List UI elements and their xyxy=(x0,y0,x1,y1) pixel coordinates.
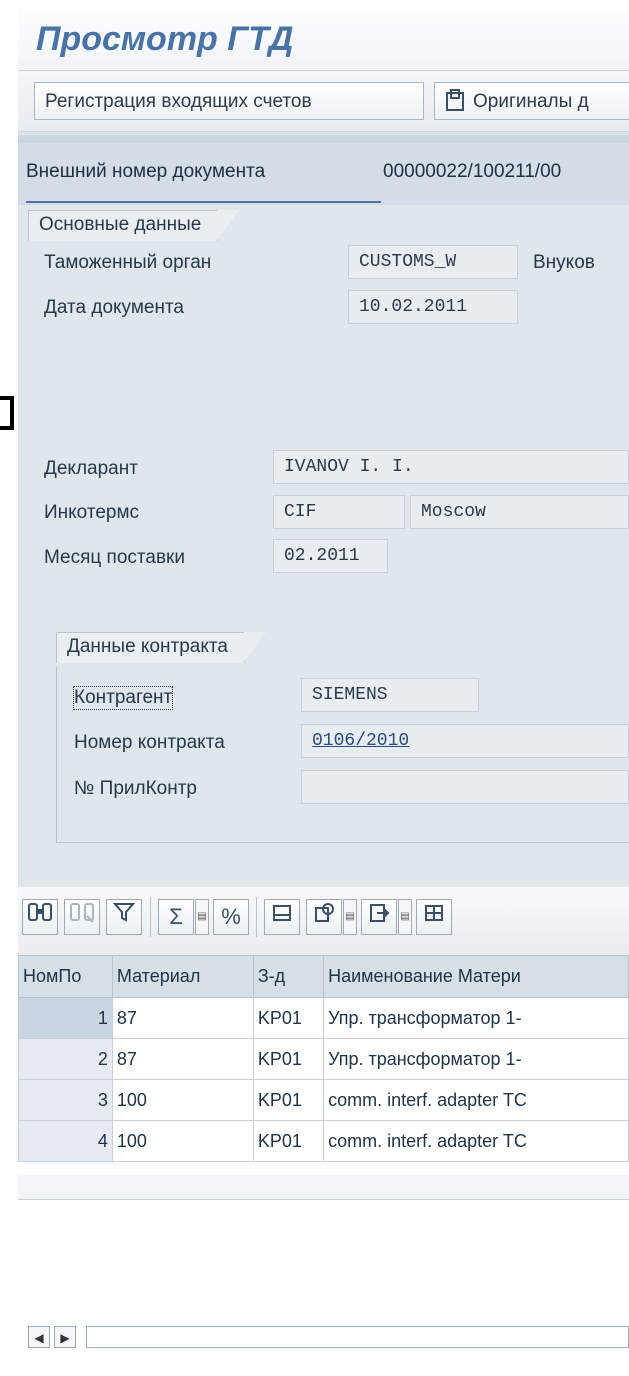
row-plant-cell[interactable]: KP01 xyxy=(252,997,325,1039)
items-grid: Σ ▤ % ▤ ▤ НомПо Материал З-д Наименовани… xyxy=(18,887,629,1376)
layout-icon[interactable] xyxy=(416,899,452,935)
header-underline xyxy=(26,201,381,203)
sap-window: Просмотр ГТД Регистрация входящих счетов… xyxy=(18,0,629,1376)
toolbar-divider xyxy=(150,897,151,937)
external-doc-number-label: Внешний номер документа xyxy=(26,161,266,182)
delivery-month-label: Месяц поставки xyxy=(44,547,185,568)
subtotal-icon[interactable]: % xyxy=(213,899,249,935)
grid-toolbar: Σ ▤ % ▤ ▤ xyxy=(18,887,629,956)
horizontal-scrollbar[interactable]: ◀ ▶ xyxy=(28,1326,629,1350)
local-file-icon[interactable] xyxy=(361,899,397,935)
row-pos-cell[interactable]: 3 xyxy=(18,1079,113,1121)
document-stamp-icon xyxy=(445,87,465,111)
empty-row-area xyxy=(18,1175,629,1200)
table-row[interactable]: 4 100 KP01 comm. interf. adapter TC xyxy=(18,1120,629,1162)
counterparty-label[interactable]: Контрагент xyxy=(72,686,174,710)
counterparty-field[interactable]: SIEMENS xyxy=(301,678,479,712)
column-header-pos[interactable]: НомПо xyxy=(18,955,113,998)
main-area: Основные данные Таможенный орган CUSTOMS… xyxy=(18,205,629,887)
export-dropdown-icon[interactable]: ▤ xyxy=(343,899,357,935)
declarant-field[interactable]: IVANOV I. I. xyxy=(273,450,629,484)
row-name-cell[interactable]: comm. interf. adapter TC xyxy=(323,1079,629,1121)
scroll-left-icon[interactable]: ◀ xyxy=(28,1326,50,1348)
row-material-cell[interactable]: 100 xyxy=(111,1120,254,1162)
row-plant-cell[interactable]: KP01 xyxy=(252,1079,325,1121)
external-doc-number-row: Внешний номер документа 00000022/100211/… xyxy=(18,143,629,205)
separator-bar xyxy=(18,135,629,143)
customs-label: Таможенный орган xyxy=(44,252,212,273)
column-header-plant[interactable]: З-д xyxy=(252,955,325,998)
items-table: НомПо Материал З-д Наименование Матери 1… xyxy=(18,955,629,1162)
incoming-invoices-button[interactable]: Регистрация входящих счетов xyxy=(34,82,424,120)
contract-number-field[interactable]: 0106/2010 xyxy=(301,724,629,758)
toolbar-divider xyxy=(256,897,257,937)
declarant-label: Декларант xyxy=(44,458,138,479)
application-toolbar: Регистрация входящих счетов Оригиналы д xyxy=(18,71,629,132)
row-pos-cell[interactable]: 2 xyxy=(18,1038,113,1080)
appendix-field[interactable] xyxy=(301,770,629,804)
incoterms-place-field[interactable]: Moscow xyxy=(410,495,629,529)
sum-icon[interactable]: Σ xyxy=(158,899,194,935)
basic-data-group-title: Основные данные xyxy=(28,210,240,241)
filter-icon[interactable] xyxy=(106,899,142,935)
column-header-material-name[interactable]: Наименование Матери xyxy=(323,955,629,998)
row-plant-cell[interactable]: KP01 xyxy=(252,1038,325,1080)
doc-date-label: Дата документа xyxy=(44,297,184,318)
scroll-right-icon[interactable]: ▶ xyxy=(54,1326,76,1348)
find-next-icon[interactable] xyxy=(64,899,100,935)
row-plant-cell[interactable]: KP01 xyxy=(252,1120,325,1162)
page-title: Просмотр ГТД xyxy=(36,20,294,58)
row-name-cell[interactable]: Упр. трансформатор 1- xyxy=(323,997,629,1039)
print-icon[interactable] xyxy=(264,899,300,935)
contract-number-label: Номер контракта xyxy=(74,732,225,753)
originals-button[interactable]: Оригиналы д xyxy=(434,82,629,120)
title-bar: Просмотр ГТД xyxy=(18,0,629,71)
row-name-cell[interactable]: comm. interf. adapter TC xyxy=(323,1120,629,1162)
incoterms-label: Инкотермс xyxy=(44,502,140,523)
find-icon[interactable] xyxy=(22,899,58,935)
row-name-cell[interactable]: Упр. трансформатор 1- xyxy=(323,1038,629,1080)
customs-field[interactable]: CUSTOMS_W xyxy=(348,245,518,279)
row-pos-cell[interactable]: 4 xyxy=(18,1120,113,1162)
external-doc-number-value: 00000022/100211/00 xyxy=(383,161,562,182)
incoming-invoices-button-label: Регистрация входящих счетов xyxy=(45,91,312,112)
export-icon[interactable] xyxy=(306,899,342,935)
originals-button-label: Оригиналы д xyxy=(473,91,589,112)
contract-data-group-title: Данные контракта xyxy=(56,632,266,663)
table-row[interactable]: 1 87 KP01 Упр. трансформатор 1- xyxy=(18,997,629,1039)
table-row[interactable]: 3 100 KP01 comm. interf. adapter TC xyxy=(18,1079,629,1121)
doc-date-field[interactable]: 10.02.2011 xyxy=(348,290,518,324)
scrollbar-track[interactable] xyxy=(86,1326,629,1348)
row-material-cell[interactable]: 100 xyxy=(111,1079,254,1121)
local-file-dropdown-icon[interactable]: ▤ xyxy=(398,899,412,935)
table-row[interactable]: 2 87 KP01 Упр. трансформатор 1- xyxy=(18,1038,629,1080)
column-header-material[interactable]: Материал xyxy=(111,955,254,998)
appendix-label: № ПрилКонтр xyxy=(74,778,197,799)
row-material-cell[interactable]: 87 xyxy=(111,1038,254,1080)
row-material-cell[interactable]: 87 xyxy=(111,997,254,1039)
left-edge-marker xyxy=(0,396,14,430)
delivery-month-field[interactable]: 02.2011 xyxy=(273,539,388,573)
incoterms-code-field[interactable]: CIF xyxy=(273,495,405,529)
row-pos-cell[interactable]: 1 xyxy=(18,997,113,1039)
customs-name: Внуков xyxy=(533,252,595,273)
sum-dropdown-icon[interactable]: ▤ xyxy=(195,899,209,935)
